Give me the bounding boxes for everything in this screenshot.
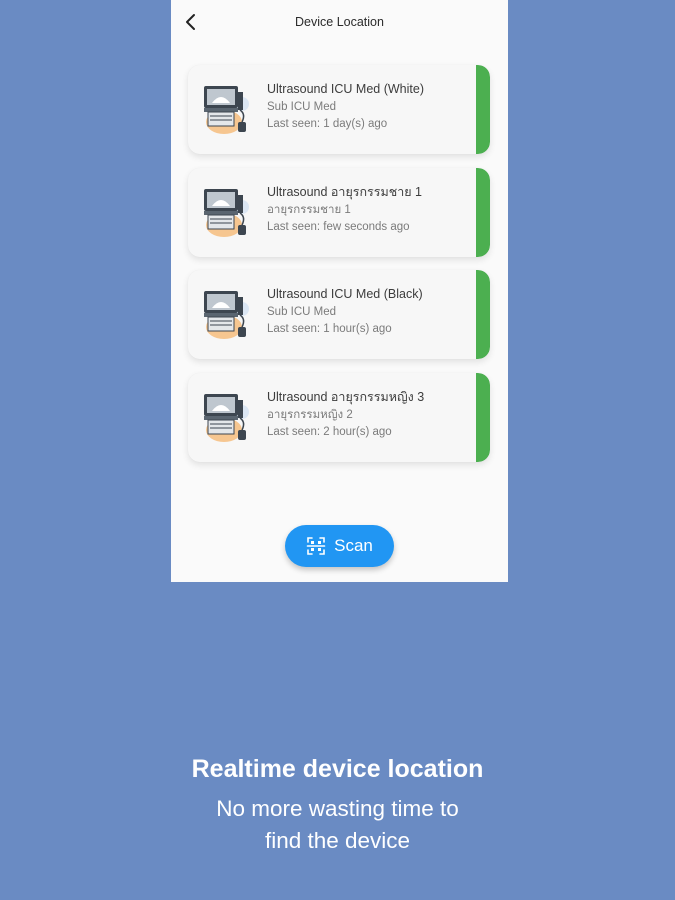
scan-button-label: Scan	[334, 536, 373, 555]
promo-tagline-line-2: find the device	[264, 828, 411, 853]
promo-headline: Realtime device location	[191, 755, 484, 783]
app-bar: Device Location	[171, 0, 508, 44]
page-title: Device Location	[295, 15, 384, 29]
device-name: Ultrasound ICU Med (White)	[267, 82, 424, 96]
device-name: Ultrasound ICU Med (Black)	[267, 287, 423, 301]
ultrasound-machine-icon	[202, 82, 254, 136]
device-name: Ultrasound อายุรกรรมชาย 1	[267, 185, 422, 199]
device-name: Ultrasound อายุรกรรมหญิง 3	[267, 390, 425, 404]
status-indicator-strip	[476, 168, 490, 257]
promo-tagline: No more wasting time to find the device	[0, 793, 675, 857]
device-card[interactable]: Ultrasound อายุรกรรมหญิง 3 อายุรกรรมหญิง …	[188, 373, 490, 462]
device-card[interactable]: Ultrasound ICU Med (White) Sub ICU Med Las…	[188, 65, 490, 154]
status-indicator-strip	[476, 65, 490, 154]
device-card[interactable]: Ultrasound อายุรกรรมชาย 1 อายุรกรรมชาย 1 L…	[188, 168, 490, 257]
qr-scan-icon	[306, 537, 326, 555]
device-info: Ultrasound อายุรกรรมหญิง 3 อายุรกรรมหญิง …	[267, 390, 466, 439]
ultrasound-machine-icon	[202, 287, 254, 341]
device-location: อายุรกรรมชาย 1	[267, 204, 351, 216]
ultrasound-machine-icon	[202, 390, 254, 444]
ultrasound-machine-icon	[202, 185, 254, 239]
device-last-seen: Last seen: 1 hour(s) ago	[267, 323, 392, 335]
device-last-seen: Last seen: few seconds ago	[267, 221, 410, 233]
scan-button[interactable]: Scan	[285, 525, 394, 567]
status-indicator-strip	[476, 373, 490, 462]
device-location: Sub ICU Med	[267, 101, 337, 113]
device-info: Ultrasound อายุรกรรมชาย 1 อายุรกรรมชาย 1 L…	[267, 185, 466, 234]
device-last-seen: Last seen: 2 hour(s) ago	[267, 426, 392, 438]
promo-tagline-line-1: No more wasting time to	[216, 796, 459, 821]
device-location: Sub ICU Med	[267, 306, 337, 318]
device-info: Ultrasound ICU Med (White) Sub ICU Med Las…	[267, 82, 466, 131]
app-screen: Device Location Ultrasound ICU Med (Whit…	[171, 0, 508, 582]
device-last-seen: Last seen: 1 day(s) ago	[267, 118, 388, 130]
device-location: อายุรกรรมหญิง 2	[267, 409, 353, 421]
device-info: Ultrasound ICU Med (Black) Sub ICU Med Las…	[267, 287, 466, 336]
status-indicator-strip	[476, 270, 490, 359]
device-card[interactable]: Ultrasound ICU Med (Black) Sub ICU Med Las…	[188, 270, 490, 359]
